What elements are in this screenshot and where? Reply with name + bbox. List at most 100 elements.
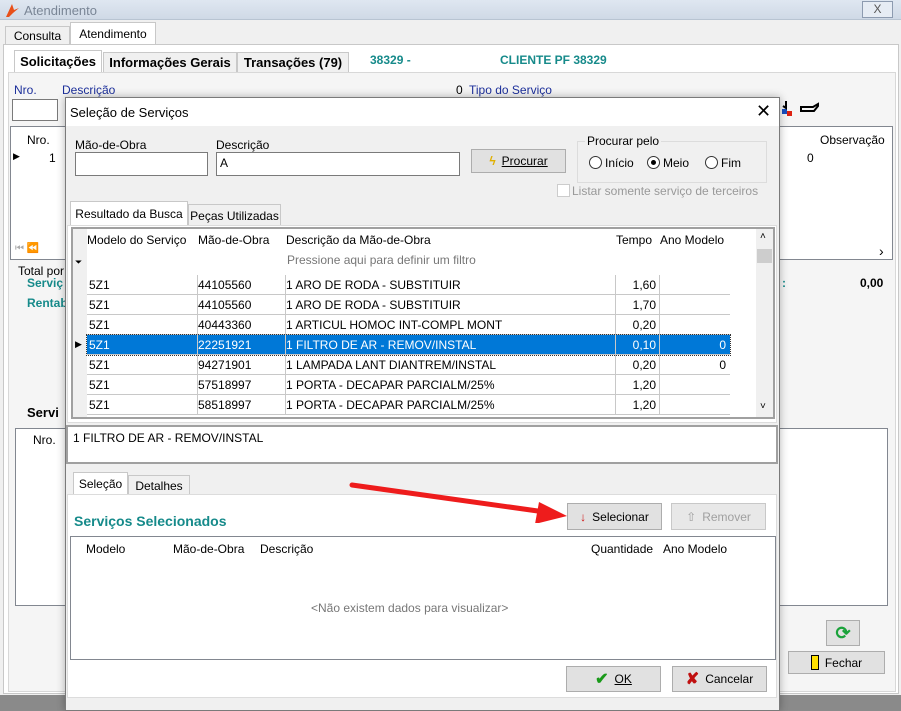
col-ano-modelo[interactable]: Ano Modelo: [663, 542, 727, 556]
cell-modelo: 5Z1: [89, 358, 110, 372]
tab-selecao[interactable]: Seleção: [73, 472, 128, 495]
cell-ano-modelo: 0: [719, 338, 726, 352]
procurar-label: Procurar: [501, 154, 548, 168]
selecionar-button[interactable]: ↓ Selecionar: [567, 503, 662, 530]
mao-de-obra-input[interactable]: [75, 152, 208, 176]
window-close-button[interactable]: X: [862, 1, 893, 18]
result-row[interactable]: 5Z1 94271901 1 LAMPADA LANT DIANTREM/INSTA…: [87, 355, 730, 375]
door-icon: [810, 655, 819, 670]
col-modelo[interactable]: Modelo: [86, 542, 125, 556]
tab-transacoes[interactable]: Transações (79): [237, 52, 349, 72]
tab-informacoes-gerais[interactable]: Informações Gerais: [103, 52, 237, 72]
filter-icon[interactable]: ⏷: [75, 257, 82, 268]
col-descricao[interactable]: Descrição: [260, 542, 313, 556]
tab-consulta[interactable]: Consulta: [5, 26, 70, 44]
result-row[interactable]: 5Z1 22251921 1 FILTRO DE AR - REMOV/INSTAL…: [75, 334, 731, 356]
result-row[interactable]: 5Z1 44105560 1 ARO DE RODA - SUBSTITUIR 1,6…: [87, 275, 730, 295]
nav-first-icon[interactable]: ⏮ ⏪: [15, 243, 39, 254]
rentab-label: Rentab: [27, 296, 68, 310]
tab-atendimento[interactable]: Atendimento: [70, 22, 156, 44]
nro-input[interactable]: [12, 99, 58, 121]
column-divider: [615, 335, 616, 354]
description-memo[interactable]: 1 FILTRO DE AR - REMOV/INSTAL: [66, 425, 778, 464]
column-divider: [615, 395, 616, 414]
red-annotation-arrow-icon: [349, 482, 567, 523]
cancelar-label: Cancelar: [705, 672, 754, 686]
filter-hint[interactable]: Pressione aqui para definir um filtro: [287, 253, 476, 267]
col-tempo[interactable]: Tempo: [616, 233, 652, 247]
column-divider: [659, 395, 660, 414]
radio-inicio[interactable]: [589, 156, 602, 169]
tab-label: Atendimento: [79, 26, 147, 41]
col-quantidade[interactable]: Quantidade: [591, 542, 653, 556]
total-value: 0,00: [860, 276, 884, 290]
tab-label: Consulta: [13, 28, 62, 43]
procurar-button[interactable]: ϟ Procurar: [471, 149, 566, 173]
cell-descricao: 1 FILTRO DE AR - REMOV/INSTAL: [286, 338, 477, 352]
radio-fim[interactable]: [705, 156, 718, 169]
col-mao-de-obra[interactable]: Mão-de-Obra: [173, 542, 244, 556]
scroll-down-icon[interactable]: ˅: [760, 401, 766, 412]
ok-button[interactable]: ✔ OK: [566, 666, 661, 692]
refresh-button[interactable]: ⟳: [826, 620, 860, 646]
cell-tempo: 1,70: [632, 298, 656, 312]
radio-meio[interactable]: [647, 156, 660, 169]
col-descricao[interactable]: Descrição da Mão-de-Obra: [286, 233, 431, 247]
cell-descricao: 1 PORTA - DECAPAR PARCIALM/25%: [286, 378, 495, 392]
refresh-icon: ⟳: [835, 622, 851, 643]
column-divider: [659, 375, 660, 394]
col-mao-de-obra[interactable]: Mão-de-Obra: [198, 233, 269, 247]
scroll-right-icon[interactable]: ›: [879, 243, 884, 259]
check-icon: ✔: [595, 671, 609, 688]
col-observacao: Observação: [820, 133, 885, 147]
col-nro: Nro.: [27, 133, 50, 147]
cell-mao-de-obra: 58518997: [198, 398, 252, 412]
cell-modelo: 5Z1: [89, 398, 110, 412]
servicos-total-label: Serviç: [27, 276, 64, 290]
tab-label: Resultado da Busca: [75, 207, 183, 221]
result-row[interactable]: 5Z1 44105560 1 ARO DE RODA - SUBSTITUIR 1,7…: [87, 295, 730, 315]
result-row-partial[interactable]: [87, 415, 730, 417]
terceiros-label: Listar somente serviço de terceiros: [572, 184, 759, 198]
row-value: 0: [807, 151, 814, 165]
result-row[interactable]: 5Z1 58518997 1 PORTA - DECAPAR PARCIALM/25…: [87, 395, 730, 415]
tool-icon[interactable]: [778, 100, 796, 118]
fechar-button[interactable]: Fechar: [788, 651, 885, 674]
radio-fim-label: Fim: [721, 156, 741, 170]
col-ano-modelo[interactable]: Ano Modelo: [660, 233, 724, 247]
descricao-input[interactable]: A: [216, 152, 460, 176]
tab-label: Solicitações: [20, 54, 96, 69]
oil-can-icon[interactable]: [798, 100, 820, 118]
result-row[interactable]: 5Z1 57518997 1 PORTA - DECAPAR PARCIALM/25…: [87, 375, 730, 395]
label-descricao: Descrição: [62, 83, 116, 97]
scroll-up-icon[interactable]: ˄: [760, 231, 766, 242]
dialog-title: Seleção de Serviços: [70, 105, 189, 120]
tab-detalhes[interactable]: Detalhes: [128, 475, 190, 495]
col-modelo-servico[interactable]: Modelo do Serviço: [87, 233, 186, 247]
cell-tempo: 0,20: [632, 318, 656, 332]
column-divider: [615, 375, 616, 394]
empty-message: <Não existem dados para visualizar>: [311, 601, 509, 615]
result-row[interactable]: 5Z1 40443360 1 ARTICUL HOMOC INT-COMPL MON…: [87, 315, 730, 335]
row-nro[interactable]: 1: [49, 151, 56, 165]
memo-text: 1 FILTRO DE AR - REMOV/INSTAL: [73, 431, 264, 445]
tab-solicitacoes[interactable]: Solicitações: [14, 50, 102, 72]
remover-button[interactable]: ⇧ Remover: [671, 503, 766, 530]
cell-modelo: 5Z1: [89, 338, 110, 352]
remover-label: Remover: [702, 509, 751, 524]
column-divider: [659, 275, 660, 294]
dialog-close-icon[interactable]: ✕: [756, 101, 771, 122]
tab-pecas-utilizadas[interactable]: Peças Utilizadas: [188, 204, 281, 226]
cell-mao-de-obra: 94271901: [198, 358, 252, 372]
tab-resultado-busca[interactable]: Resultado da Busca: [70, 201, 188, 226]
total-colon: :: [782, 276, 786, 290]
scrollbar-thumb[interactable]: [757, 249, 772, 263]
tab-label: Seleção: [78, 477, 123, 491]
terceiros-checkbox[interactable]: [557, 184, 570, 197]
vertical-scrollbar[interactable]: ˄ ˅: [756, 229, 773, 417]
fechar-label: Fechar: [824, 655, 863, 670]
column-divider: [615, 315, 616, 334]
column-divider: [615, 295, 616, 314]
dialog-titlebar: Seleção de Serviços ✕: [66, 98, 779, 126]
cancelar-button[interactable]: ✘ Cancelar: [672, 666, 767, 692]
